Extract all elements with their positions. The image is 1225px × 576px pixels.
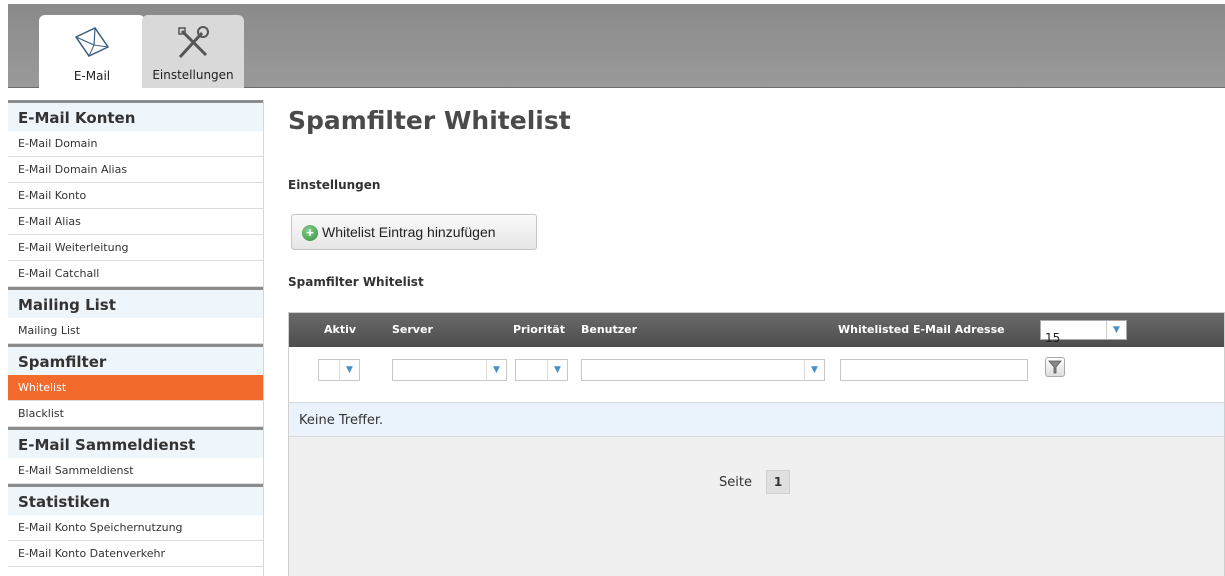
funnel-icon	[1048, 360, 1062, 374]
sidebar-heading-email-konten: E-Mail Konten	[8, 100, 263, 131]
sidebar-item-email-domain[interactable]: E-Mail Domain	[8, 131, 263, 157]
pager-page-1[interactable]: 1	[766, 470, 790, 494]
sidebar-heading-spamfilter: Spamfilter	[8, 344, 263, 375]
filter-row: ▼ ▼ ▼ ▼	[289, 347, 1224, 403]
sidebar-item-email-catchall[interactable]: E-Mail Catchall	[8, 261, 263, 287]
top-navigation-bar: E-Mail Einstellungen	[8, 4, 1225, 89]
sidebar-item-mailing-list[interactable]: Mailing List	[8, 318, 263, 344]
tools-icon	[178, 26, 209, 59]
table-header: Aktiv Server Priorität Benutzer Whitelis…	[289, 313, 1224, 347]
settings-heading: Einstellungen	[288, 178, 381, 192]
filter-benutzer-select[interactable]: ▼	[581, 359, 825, 381]
sidebar-item-whitelist[interactable]: Whitelist	[8, 375, 263, 401]
tab-email[interactable]: E-Mail	[39, 15, 145, 89]
sidebar-heading-mailing-list: Mailing List	[8, 287, 263, 318]
sidebar: E-Mail Konten E-Mail Domain E-Mail Domai…	[8, 100, 264, 576]
sidebar-item-email-alias[interactable]: E-Mail Alias	[8, 209, 263, 235]
column-server[interactable]: Server	[392, 323, 433, 336]
chevron-down-icon: ▼	[339, 360, 359, 380]
page-title: Spamfilter Whitelist	[288, 106, 571, 135]
chevron-down-icon: ▼	[1106, 321, 1126, 339]
add-whitelist-entry-label: Whitelist Eintrag hinzufügen	[322, 224, 496, 240]
add-icon: +	[302, 225, 318, 241]
tab-einstellungen-label: Einstellungen	[152, 68, 234, 82]
tab-email-label: E-Mail	[73, 69, 111, 83]
sidebar-heading-statistiken: Statistiken	[8, 484, 263, 515]
chevron-down-icon: ▼	[486, 360, 506, 380]
column-benutzer[interactable]: Benutzer	[581, 323, 637, 336]
page-size-value: 15	[1045, 331, 1061, 345]
filter-button[interactable]	[1045, 357, 1065, 377]
envelope-icon	[74, 27, 110, 57]
list-heading: Spamfilter Whitelist	[288, 275, 424, 289]
filter-email-input[interactable]	[840, 359, 1028, 381]
pager-label: Seite	[719, 475, 752, 490]
sidebar-heading-sammeldienst: E-Mail Sammeldienst	[8, 427, 263, 458]
page-size-select[interactable]: 15 ▼	[1040, 320, 1127, 345]
sidebar-item-sammeldienst[interactable]: E-Mail Sammeldienst	[8, 458, 263, 484]
chevron-down-icon: ▼	[547, 360, 567, 380]
sidebar-item-speichernutzung[interactable]: E-Mail Konto Speichernutzung	[8, 515, 263, 541]
column-aktiv[interactable]: Aktiv	[324, 323, 356, 336]
sidebar-item-datenverkehr[interactable]: E-Mail Konto Datenverkehr	[8, 541, 263, 567]
filter-server-select[interactable]: ▼	[392, 359, 507, 381]
filter-prioritaet-select[interactable]: ▼	[515, 359, 568, 381]
column-prioritaet[interactable]: Priorität	[513, 323, 565, 336]
tab-einstellungen[interactable]: Einstellungen	[142, 15, 244, 88]
whitelist-table: Aktiv Server Priorität Benutzer Whitelis…	[288, 312, 1225, 576]
add-whitelist-entry-button[interactable]: + Whitelist Eintrag hinzufügen	[291, 214, 537, 250]
sidebar-item-blacklist[interactable]: Blacklist	[8, 401, 263, 427]
filter-aktiv-select[interactable]: ▼	[318, 359, 360, 381]
chevron-down-icon: ▼	[804, 360, 824, 380]
column-whitelisted-email[interactable]: Whitelisted E-Mail Adresse	[838, 323, 1005, 336]
sidebar-item-email-domain-alias[interactable]: E-Mail Domain Alias	[8, 157, 263, 183]
empty-message: Keine Treffer.	[289, 403, 1224, 437]
pager: Seite 1	[289, 437, 1224, 576]
sidebar-item-email-konto[interactable]: E-Mail Konto	[8, 183, 263, 209]
sidebar-item-email-weiterleitung[interactable]: E-Mail Weiterleitung	[8, 235, 263, 261]
